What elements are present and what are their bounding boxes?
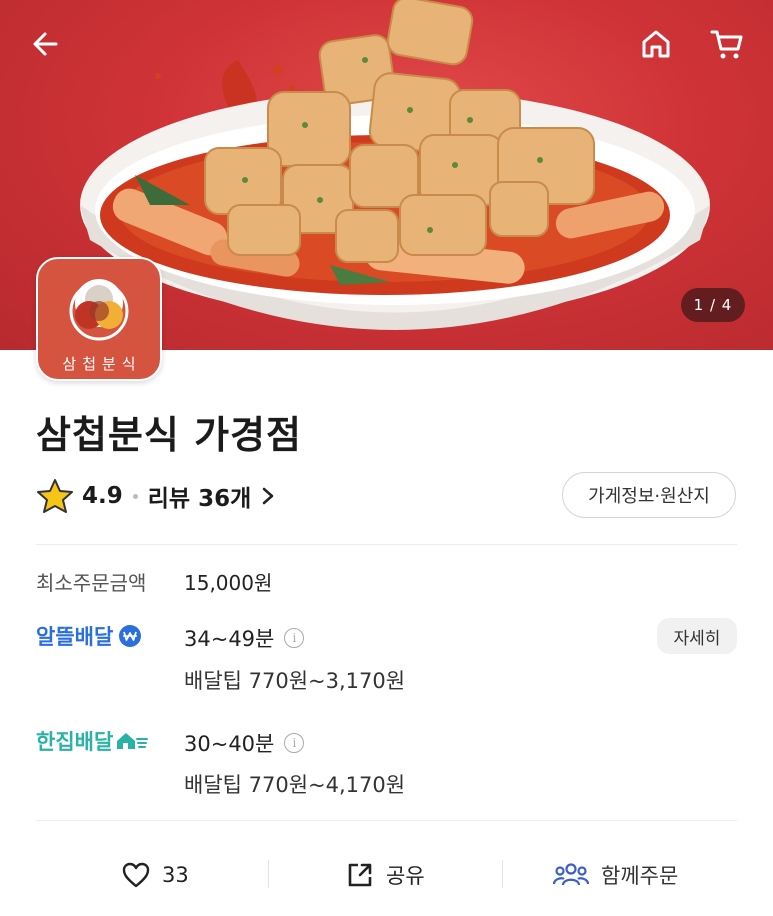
single-delivery-label: 한집배달 (36, 726, 149, 756)
single-delivery-time: 30~40분 i (184, 728, 305, 758)
action-bar: 33 공유 함께주문 (0, 850, 773, 900)
min-order-value: 15,000원 (184, 571, 273, 595)
people-icon (553, 863, 589, 886)
back-button[interactable] (24, 22, 68, 66)
cart-button[interactable] (705, 22, 749, 66)
like-count: 33 (162, 863, 189, 887)
separator-dot (132, 493, 138, 499)
saver-delivery-name: 알뜰배달 (36, 625, 114, 649)
info-icon[interactable]: i (284, 628, 305, 648)
share-button[interactable]: 공유 (346, 850, 425, 900)
saver-delivery-tip: 배달팁 770원~3,170원 (184, 669, 406, 693)
action-separator (268, 860, 269, 888)
store-name: 삼첩분식 가경점 (36, 413, 302, 457)
group-order-button[interactable]: 함께주문 (553, 850, 678, 900)
divider (36, 820, 737, 821)
star-icon (37, 479, 73, 513)
divider (36, 544, 737, 545)
saver-delivery-label: 알뜰배달 (36, 621, 143, 651)
info-icon[interactable]: i (284, 733, 305, 753)
detail-button[interactable]: 자세히 (657, 618, 737, 654)
like-button[interactable]: 33 (122, 850, 189, 900)
share-icon (348, 863, 372, 887)
rating-row: 4.9 리뷰 36개 (36, 476, 275, 516)
back-arrow-icon (33, 32, 58, 56)
heart-icon (122, 862, 150, 888)
action-separator (502, 860, 503, 888)
store-logo: 삼첩분식 (36, 257, 162, 381)
single-delivery-tip: 배달팁 770원~4,170원 (184, 773, 406, 797)
home-button[interactable] (634, 22, 678, 66)
image-counter: 1 / 4 (681, 288, 745, 322)
logo-circles-icon (69, 279, 129, 341)
share-label: 공유 (386, 864, 425, 888)
cart-icon (710, 30, 743, 59)
single-delivery-name: 한집배달 (36, 730, 114, 754)
saver-delivery-time: 34~49분 i (184, 623, 305, 653)
chevron-right-icon (263, 487, 274, 505)
group-order-label: 함께주문 (601, 864, 679, 888)
won-badge-icon (119, 625, 142, 647)
store-info-button[interactable]: 가게정보·원산지 (562, 472, 736, 518)
fast-home-icon (117, 733, 149, 749)
review-count: 리뷰 36개 (147, 486, 252, 512)
rating-value: 4.9 (82, 483, 123, 509)
logo-text: 삼첩분식 (62, 355, 142, 373)
saver-time-text: 34~49분 (184, 627, 275, 651)
single-time-text: 30~40분 (184, 732, 275, 756)
home-icon (642, 30, 670, 58)
min-order-label: 최소주문금액 (36, 571, 147, 595)
review-link[interactable]: 리뷰 36개 (148, 479, 276, 513)
